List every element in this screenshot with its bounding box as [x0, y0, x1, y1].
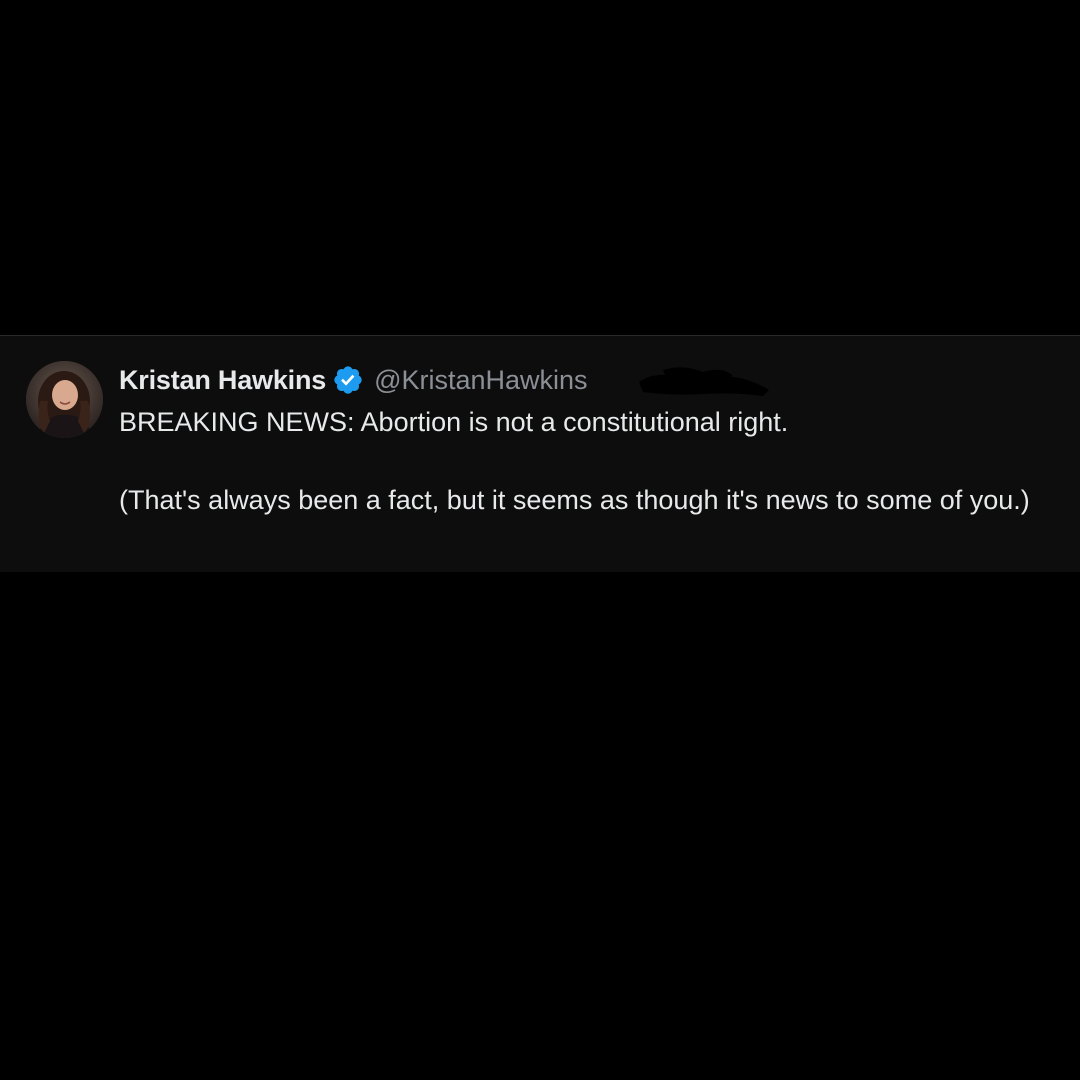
redaction-scribble — [633, 352, 773, 400]
avatar[interactable] — [26, 361, 103, 438]
avatar-photo — [26, 361, 103, 438]
tweet-card[interactable]: Kristan Hawkins @KristanHawkins BREAKING… — [0, 335, 1080, 572]
handle[interactable]: @KristanHawkins — [374, 365, 587, 396]
display-name[interactable]: Kristan Hawkins — [119, 365, 326, 396]
tweet-text: BREAKING NEWS: Abortion is not a constit… — [119, 407, 1030, 515]
tweet-header: Kristan Hawkins @KristanHawkins — [119, 362, 588, 398]
verified-badge-icon[interactable] — [332, 364, 364, 396]
